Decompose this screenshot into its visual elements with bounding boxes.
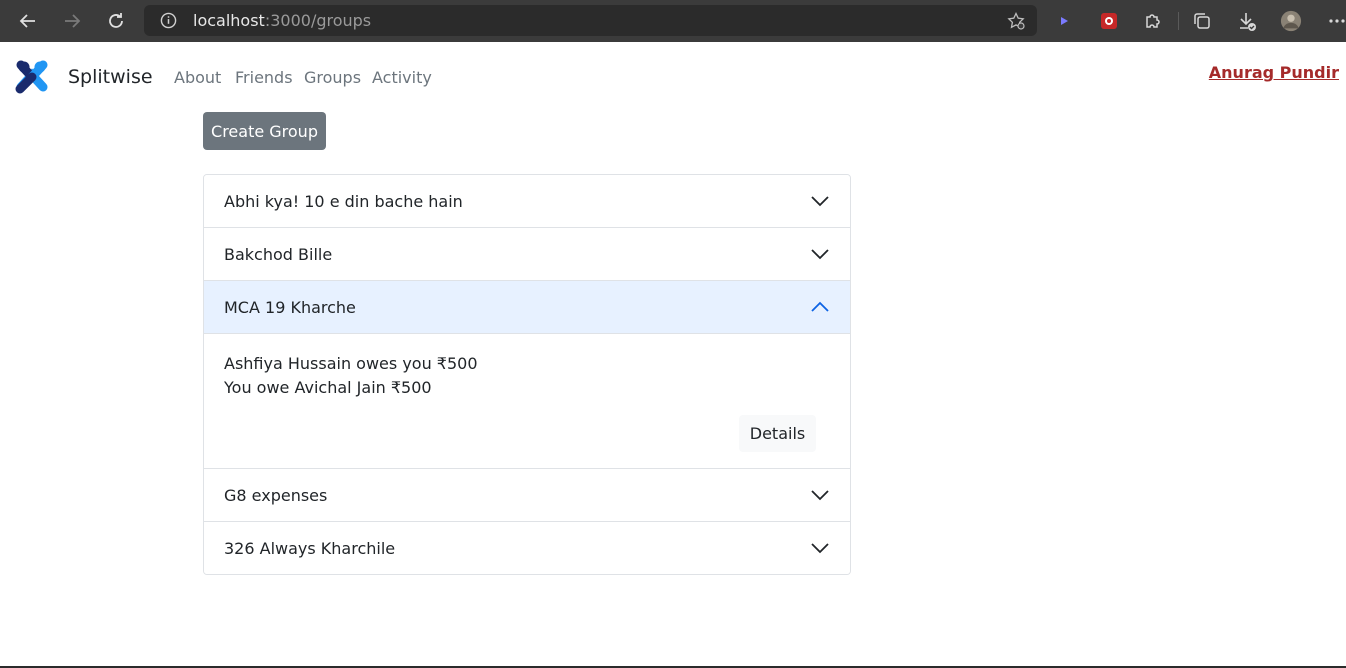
group-header[interactable]: G8 expenses xyxy=(204,469,850,521)
url-host: localhost xyxy=(193,11,265,30)
balance-line: Ashfiya Hussain owes you ₹500 xyxy=(224,354,478,373)
back-button[interactable] xyxy=(15,8,41,34)
reload-button[interactable] xyxy=(103,8,129,34)
address-bar[interactable]: localhost:3000/groups xyxy=(144,5,1037,36)
group-name: MCA 19 Kharche xyxy=(224,297,356,317)
more-menu-icon xyxy=(1329,19,1345,23)
create-group-button[interactable]: Create Group xyxy=(203,112,326,150)
group-item: 326 Always Kharchile xyxy=(204,522,850,574)
nav-link-friends[interactable]: Friends xyxy=(235,68,293,88)
extensions-button[interactable] xyxy=(1142,10,1164,32)
balance-line: You owe Avichal Jain ₹500 xyxy=(224,378,432,397)
chevron-down-icon xyxy=(811,249,829,260)
red-extension-icon xyxy=(1101,13,1117,29)
splitwise-logo-icon[interactable] xyxy=(15,59,49,95)
group-name: Abhi kya! 10 e din bache hain xyxy=(224,191,463,211)
group-item: G8 expenses xyxy=(204,469,850,522)
group-name: Bakchod Bille xyxy=(224,244,333,264)
group-name: 326 Always Kharchile xyxy=(224,538,396,558)
red-extension-button[interactable] xyxy=(1098,10,1120,32)
favorites-star-icon[interactable] xyxy=(1007,12,1025,30)
info-icon[interactable] xyxy=(160,12,177,29)
toolbar-separator xyxy=(1178,12,1179,30)
user-profile-link[interactable]: Anurag Pundir xyxy=(1209,63,1339,83)
downloads-button[interactable] xyxy=(1236,10,1258,32)
app-navbar: Splitwise About Friends Groups Activity … xyxy=(0,42,1346,112)
group-header[interactable]: Bakchod Bille xyxy=(204,228,850,280)
collections-button[interactable] xyxy=(1191,10,1213,32)
nav-link-about[interactable]: About xyxy=(174,68,221,88)
nav-link-groups[interactable]: Groups xyxy=(304,68,361,88)
group-item: Abhi kya! 10 e din bache hain xyxy=(204,175,850,228)
chevron-down-icon xyxy=(811,196,829,207)
browser-toolbar: localhost:3000/groups xyxy=(0,0,1346,42)
chevron-down-icon xyxy=(811,490,829,501)
nav-link-activity[interactable]: Activity xyxy=(372,68,432,88)
group-item-expanded: MCA 19 Kharche Ashfiya Hussain owes you … xyxy=(204,281,850,469)
chevron-down-icon xyxy=(811,543,829,554)
more-menu-button[interactable] xyxy=(1326,10,1346,32)
groups-accordion: Abhi kya! 10 e din bache hain Bakchod Bi… xyxy=(203,174,851,575)
url-text[interactable]: localhost:3000/groups xyxy=(193,11,371,31)
profile-button[interactable] xyxy=(1280,10,1302,32)
play-extension-icon xyxy=(1061,17,1068,25)
reload-icon xyxy=(109,13,123,28)
url-path: :3000/groups xyxy=(264,11,372,30)
collections-icon xyxy=(1194,13,1210,29)
group-header[interactable]: Abhi kya! 10 e din bache hain xyxy=(204,175,850,227)
group-header[interactable]: 326 Always Kharchile xyxy=(204,522,850,574)
back-arrow-icon xyxy=(19,14,35,28)
group-name: G8 expenses xyxy=(224,485,328,505)
details-button[interactable]: Details xyxy=(739,415,816,452)
group-body: Ashfiya Hussain owes you ₹500 You owe Av… xyxy=(204,333,850,468)
downloads-icon xyxy=(1240,13,1256,31)
profile-avatar-icon xyxy=(1280,10,1302,32)
forward-arrow-icon xyxy=(65,14,81,28)
group-item: Bakchod Bille xyxy=(204,228,850,281)
chevron-up-icon xyxy=(811,301,829,312)
forward-button[interactable] xyxy=(59,8,85,34)
play-extension-button[interactable] xyxy=(1053,10,1075,32)
group-header[interactable]: MCA 19 Kharche xyxy=(204,281,850,333)
puzzle-extension-icon xyxy=(1146,14,1160,28)
brand-link[interactable]: Splitwise xyxy=(68,66,153,88)
